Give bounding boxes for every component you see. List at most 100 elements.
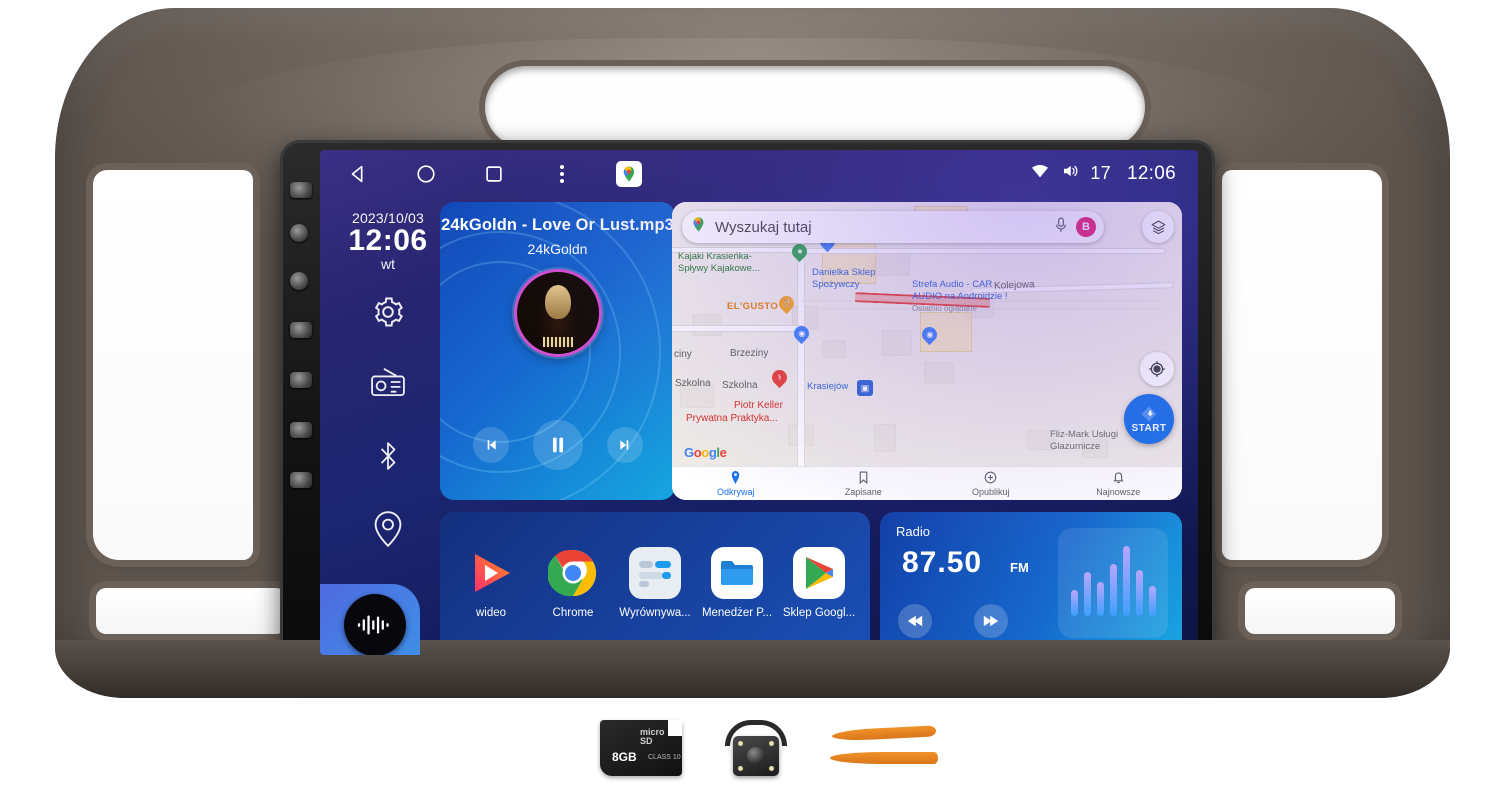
reversing-camera (719, 718, 793, 778)
map-pin-orange[interactable]: 🍴 (775, 292, 798, 316)
explore-pin-icon (672, 471, 800, 485)
radio-band: FM (1010, 560, 1029, 575)
map-label: Glazurnicze (1050, 441, 1101, 452)
wifi-icon (1030, 163, 1050, 184)
map-nav-najnowsze[interactable]: Najnowsze (1055, 471, 1183, 497)
camera-lens (747, 747, 765, 765)
map-canvas[interactable]: ★ ▾ 🍴 ◉ ◉ ⚕ (672, 202, 1182, 500)
map-nav-zapisane[interactable]: Zapisane (800, 471, 928, 497)
app-shortcuts-widget[interactable]: wideo Chrome Wyrównywa... Menedżer P... … (440, 512, 870, 654)
map-road-label: Brzeziny (730, 348, 769, 359)
map-road-label: Szkolna (722, 380, 758, 391)
radio-icon[interactable] (370, 366, 406, 402)
google-maps-widget[interactable]: ★ ▾ 🍴 ◉ ◉ ⚕ (672, 202, 1182, 500)
pause-button[interactable] (532, 420, 583, 470)
map-search-bar[interactable]: Wyszukaj tutaj B (682, 211, 1104, 243)
hardware-button-2[interactable] (290, 224, 308, 242)
start-navigation-label: START (1131, 423, 1167, 434)
map-label: Kajaki Krasieńka- (678, 251, 752, 262)
file-manager-icon (711, 547, 763, 599)
home-icon[interactable] (412, 160, 440, 188)
bluetooth-icon[interactable] (370, 438, 406, 474)
back-icon[interactable] (344, 160, 372, 188)
map-label: Strefa Audio - CAR (912, 279, 993, 290)
camera-led (769, 741, 774, 746)
hardware-button-5[interactable] (290, 422, 312, 438)
equalizer-visualizer-icon (1058, 528, 1168, 638)
app-shortcut-file-manager[interactable]: Menedżer P... (698, 547, 776, 619)
google-watermark: Google (684, 445, 727, 460)
map-pin-blue[interactable]: ◉ (790, 322, 813, 346)
hardware-button-1[interactable] (290, 182, 312, 198)
avatar[interactable]: B (1076, 217, 1096, 237)
video-player-icon (465, 547, 517, 599)
radio-widget[interactable]: Radio 87.50 FM (880, 512, 1182, 654)
included-accessories: micro SD 8GB CLASS 10 (600, 712, 940, 784)
google-maps-icon (690, 216, 707, 238)
app-label: wideo (475, 607, 507, 619)
touchscreen[interactable]: 17 12:06 2023/10/03 12:06 wt 24kGoldn - … (320, 150, 1198, 655)
map-nav-label: Najnowsze (1096, 486, 1141, 497)
album-art (513, 269, 602, 357)
app-shortcuts-row: wideo Chrome Wyrównywa... Menedżer P... … (440, 512, 870, 654)
map-label: Danielka Sklep (812, 267, 876, 278)
music-player-widget[interactable]: 24kGoldn - Love Or Lust.mp3 24kGoldn (440, 202, 675, 500)
map-road-label: Szkolna (675, 378, 711, 389)
left-rail: 2023/10/03 12:06 wt (345, 210, 431, 548)
previous-track-button[interactable] (472, 427, 509, 463)
navigation-bar (344, 160, 642, 188)
map-road-label: Kolejowa (993, 279, 1035, 292)
camera-led (738, 766, 743, 771)
microphone-icon[interactable] (1054, 217, 1068, 238)
app-shortcut-equalizer[interactable]: Wyrównywa... (616, 547, 694, 619)
my-location-icon[interactable] (1140, 352, 1174, 386)
sd-card-capacity: 8GB (612, 750, 637, 764)
app-shortcut-chrome[interactable]: Chrome (534, 547, 612, 619)
map-nav-odkrywaj[interactable]: Odkrywaj (672, 471, 800, 497)
overflow-menu-icon[interactable] (548, 160, 576, 188)
microsd-card: micro SD 8GB CLASS 10 (600, 720, 682, 776)
start-navigation-button[interactable]: START (1124, 394, 1174, 444)
map-pin-red[interactable]: ⚕ (768, 366, 791, 390)
google-maps-icon[interactable] (616, 161, 642, 187)
hardware-button-4[interactable] (290, 372, 312, 388)
settings-icon[interactable] (370, 294, 406, 330)
voice-assistant-icon[interactable] (344, 594, 406, 655)
hardware-button-back[interactable] (290, 322, 312, 338)
hardware-button-3[interactable] (290, 272, 308, 290)
map-label: EL'GUSTO (727, 301, 779, 312)
map-nav-opublikuj[interactable]: Opublikuj (927, 471, 1055, 497)
sd-card-notch (668, 720, 682, 736)
radio-seek-up-button[interactable] (974, 604, 1008, 638)
rail-day-of-week: wt (381, 256, 395, 272)
app-shortcut-play-store[interactable]: Sklep Googl... (780, 547, 858, 619)
map-transit-marker[interactable]: ▣ (857, 380, 873, 396)
radio-seek-down-button[interactable] (898, 604, 932, 638)
map-label: Fliz-Mark Usługi (1050, 429, 1119, 440)
map-label-sub: Ostatnio oglądane (912, 304, 977, 313)
app-label: Sklep Googl... (782, 607, 856, 619)
app-label: Menedżer P... (701, 607, 773, 619)
app-label: Chrome (552, 607, 594, 619)
layers-icon[interactable] (1142, 211, 1174, 243)
hardware-button-6[interactable] (290, 472, 312, 488)
map-search-input[interactable]: Wyszukaj tutaj (715, 219, 1046, 236)
fascia-lower-lip (55, 640, 1450, 698)
map-pin-blue[interactable]: ◉ (918, 323, 941, 347)
rail-date: 2023/10/03 (351, 210, 425, 226)
map-label: Prywatna Praktyka... (686, 413, 778, 424)
camera-body (733, 736, 779, 776)
map-road-vertical (798, 232, 804, 500)
map-road-horizontal (804, 249, 1164, 253)
location-pin-icon[interactable] (370, 510, 406, 548)
app-shortcut-wideo[interactable]: wideo (452, 547, 530, 619)
fascia-left-opening (93, 170, 253, 560)
recents-icon[interactable] (480, 160, 508, 188)
camera-led (769, 766, 774, 771)
map-pin-green[interactable]: ★ (788, 240, 811, 264)
status-clock: 12:06 (1126, 162, 1176, 184)
map-railway (804, 308, 1164, 310)
next-track-button[interactable] (606, 427, 643, 463)
pry-tool-straight (830, 752, 938, 764)
map-bottom-nav: Odkrywaj Zapisane Opublikuj Najnowsze (672, 466, 1182, 500)
